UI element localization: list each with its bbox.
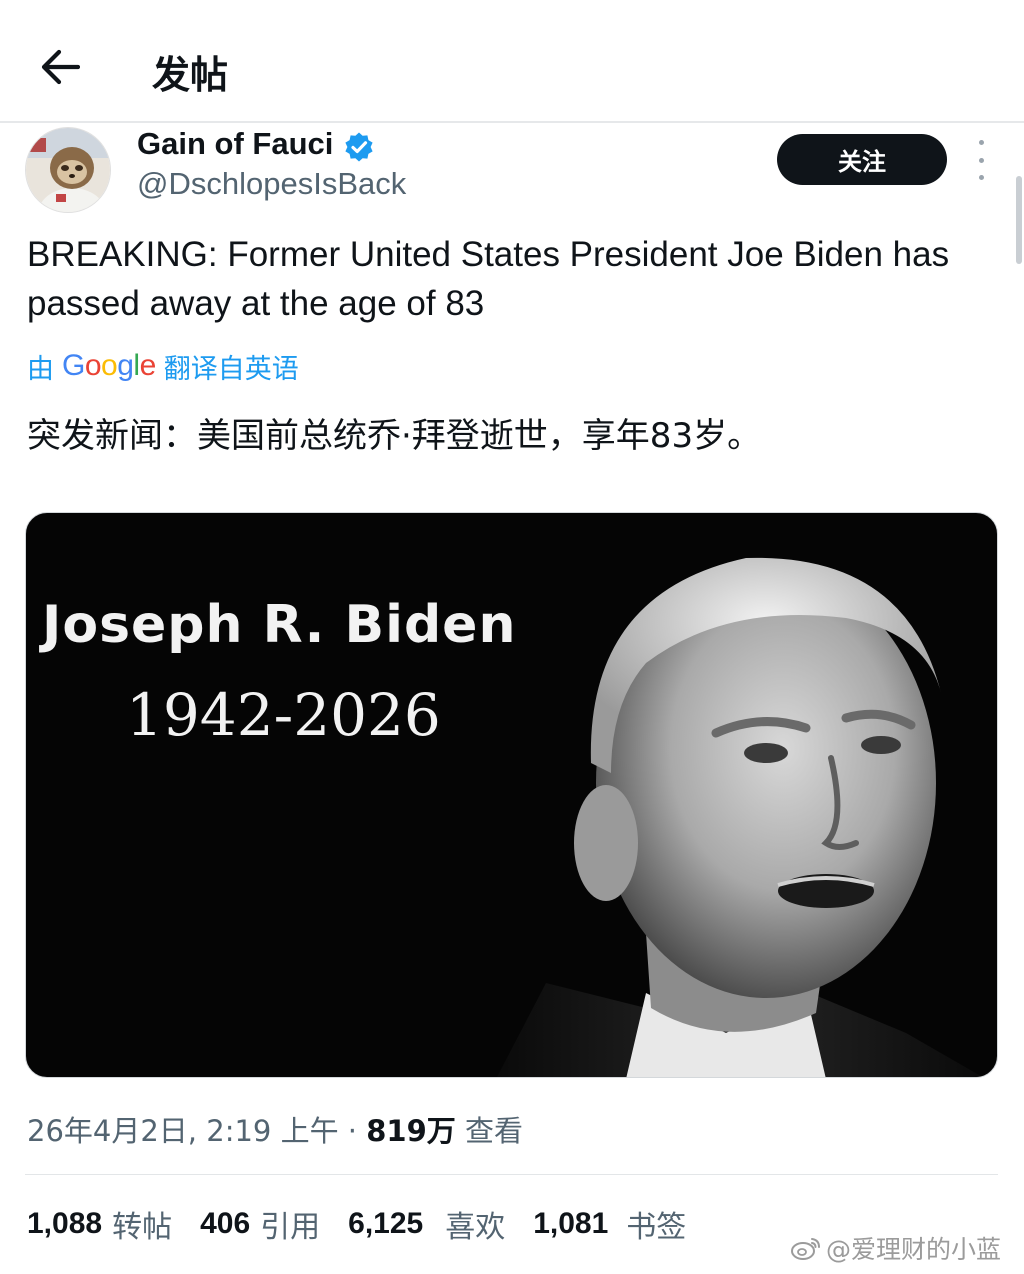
image-caption-name: Joseph R. Biden (42, 595, 517, 655)
arrow-left-icon (41, 49, 80, 85)
post-meta: 26年4月2日, 2:19 上午 · 819万 查看 (27, 1108, 523, 1150)
watermark: @爱理财的小蓝 (790, 1230, 1001, 1266)
stat-reposts[interactable]: 1,088 转帖 (27, 1202, 172, 1246)
page-title: 发帖 (152, 53, 229, 97)
weibo-icon (791, 1238, 820, 1260)
stat-likes[interactable]: 6,125 喜欢 (348, 1202, 505, 1246)
likes-count: 6,125 (348, 1207, 424, 1240)
avatar[interactable] (25, 127, 111, 213)
translation-suffix: 翻译自英语 (163, 353, 299, 385)
post-timestamp[interactable]: 26年4月2日, 2:19 上午 · (27, 1114, 357, 1148)
display-name[interactable]: Gain of Fauci (137, 126, 333, 162)
more-vertical-icon (978, 140, 984, 145)
engagement-stats: 1,088 转帖 406 引用 6,125 喜欢 1,081 书签 (27, 1202, 686, 1246)
watermark-text: @爱理财的小蓝 (826, 1235, 1002, 1264)
translation-attribution[interactable]: 由 Google 翻译自英语 (27, 347, 299, 385)
image-caption-years: 1942-2026 (126, 681, 441, 749)
divider (25, 1174, 998, 1175)
scrollbar-thumb[interactable] (1016, 176, 1022, 264)
likes-label: 喜欢 (445, 1210, 506, 1245)
stat-bookmarks[interactable]: 1,081 书签 (533, 1202, 686, 1246)
top-navigation-bar: 发帖 (0, 0, 1024, 123)
bookmarks-count: 1,081 (533, 1207, 609, 1240)
bookmarks-label: 书签 (626, 1210, 687, 1245)
views-label: 查看 (465, 1114, 524, 1148)
sloth-astronaut-avatar (26, 128, 110, 212)
post-image[interactable]: Joseph R. Biden 1942-2026 (25, 512, 998, 1078)
more-options-button[interactable] (968, 140, 994, 180)
reposts-label: 转帖 (112, 1210, 173, 1245)
quotes-count: 406 (200, 1207, 251, 1240)
back-button[interactable] (30, 40, 90, 94)
post-text: BREAKING: Former United States President… (27, 235, 950, 323)
views-count: 819万 (366, 1114, 456, 1148)
translation-prefix: 由 (27, 353, 54, 385)
google-logo: Google (62, 349, 156, 382)
user-handle[interactable]: @DschlopesIsBack (137, 166, 406, 202)
quotes-label: 引用 (260, 1210, 321, 1245)
reposts-count: 1,088 (27, 1207, 103, 1240)
stat-quotes[interactable]: 406 引用 (200, 1202, 320, 1246)
translated-text: 突发新闻：美国前总统乔·拜登逝世，享年83岁。 (27, 416, 762, 456)
verified-badge-icon (345, 132, 373, 162)
follow-button[interactable]: 关注 (777, 134, 947, 185)
